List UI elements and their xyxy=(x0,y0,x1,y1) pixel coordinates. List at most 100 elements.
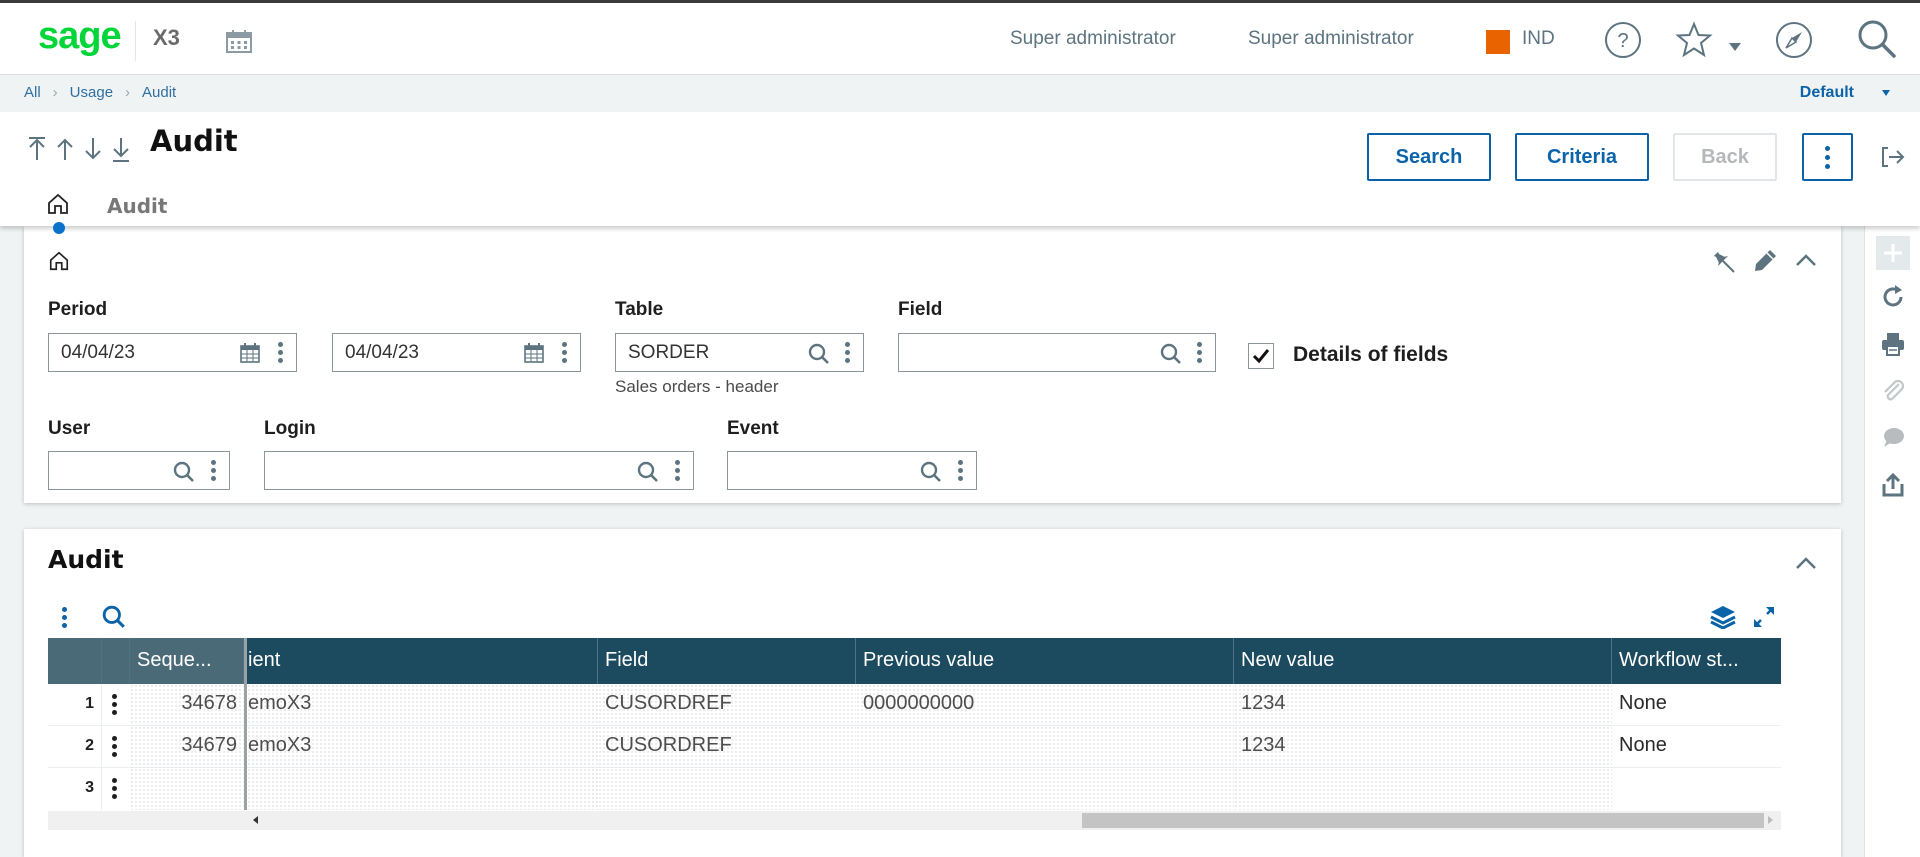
cell-field[interactable]: CUSORDREF xyxy=(598,684,856,726)
layers-icon[interactable] xyxy=(1710,605,1736,633)
cell-client[interactable]: emoX3 xyxy=(247,726,598,768)
field-options-icon[interactable] xyxy=(1197,342,1202,366)
compass-icon[interactable] xyxy=(1775,21,1813,63)
attachment-icon[interactable] xyxy=(1879,377,1907,405)
cell-workflow-status[interactable]: None xyxy=(1612,684,1781,726)
global-search-icon[interactable] xyxy=(1857,19,1897,63)
scroll-right-icon[interactable] xyxy=(1768,816,1773,824)
grid-header-sequence[interactable]: Seque... xyxy=(130,638,244,684)
lookup-search-icon[interactable] xyxy=(808,343,830,369)
field-options-icon[interactable] xyxy=(562,342,567,366)
cell-sequence[interactable]: 34678 xyxy=(130,684,244,726)
view-selector[interactable]: Default xyxy=(1800,84,1854,102)
export-icon[interactable] xyxy=(1879,471,1907,499)
table-input[interactable]: SORDER xyxy=(615,333,864,372)
table-row[interactable]: 2 34679 emoX3 CUSORDREF 1234 None xyxy=(48,726,1781,768)
refresh-icon[interactable] xyxy=(1879,283,1907,311)
help-icon[interactable]: ? xyxy=(1604,21,1642,63)
calendar-icon[interactable] xyxy=(524,343,544,367)
star-icon[interactable] xyxy=(1675,21,1713,63)
previous-record-icon[interactable] xyxy=(54,134,76,164)
row-number: 2 xyxy=(48,726,102,768)
field-options-icon[interactable] xyxy=(845,342,850,366)
grid-header-new-value[interactable]: New value xyxy=(1234,638,1612,684)
add-icon[interactable] xyxy=(1876,236,1910,270)
row-actions-icon[interactable] xyxy=(102,768,130,810)
horizontal-scrollbar[interactable] xyxy=(48,811,1781,830)
next-record-icon[interactable] xyxy=(82,134,104,164)
table-row[interactable]: 1 34678 emoX3 CUSORDREF 0000000000 1234 … xyxy=(48,684,1781,726)
search-button[interactable]: Search xyxy=(1367,133,1491,181)
period-from-input[interactable]: 04/04/23 xyxy=(48,333,297,372)
period-to-input[interactable]: 04/04/23 xyxy=(332,333,581,372)
collapse-chevron-up-icon[interactable] xyxy=(1795,252,1817,271)
collapse-chevron-up-icon[interactable] xyxy=(1795,555,1817,574)
cell-new-value[interactable] xyxy=(1234,768,1612,810)
pin-icon[interactable] xyxy=(1710,248,1736,278)
cell-workflow-status[interactable] xyxy=(1612,768,1781,810)
lookup-search-icon[interactable] xyxy=(637,461,659,487)
cell-sequence[interactable]: 34679 xyxy=(130,726,244,768)
field-options-icon[interactable] xyxy=(958,460,963,484)
lookup-search-icon[interactable] xyxy=(173,461,195,487)
event-input[interactable] xyxy=(727,451,977,490)
favorites-caret-down-icon[interactable] xyxy=(1729,43,1741,51)
cell-sequence[interactable] xyxy=(130,768,244,810)
cell-client[interactable]: emoX3 xyxy=(247,684,598,726)
expand-fullscreen-icon[interactable] xyxy=(1752,605,1776,633)
login-input[interactable] xyxy=(264,451,694,490)
breadcrumb-audit[interactable]: Audit xyxy=(142,84,176,101)
grid-header-field[interactable]: Field xyxy=(598,638,856,684)
grid-header-previous-value[interactable]: Previous value xyxy=(856,638,1234,684)
comment-icon[interactable] xyxy=(1879,424,1907,452)
details-of-fields-checkbox[interactable] xyxy=(1248,343,1274,369)
details-of-fields-label[interactable]: Details of fields xyxy=(1293,343,1448,367)
folder-name[interactable]: IND xyxy=(1522,28,1555,50)
calendar-icon[interactable] xyxy=(240,343,260,367)
view-caret-down-icon[interactable] xyxy=(1882,90,1890,96)
field-options-icon[interactable] xyxy=(278,342,283,366)
cell-new-value[interactable]: 1234 xyxy=(1234,684,1612,726)
row-actions-icon[interactable] xyxy=(102,684,130,726)
grid-search-icon[interactable] xyxy=(102,605,126,633)
home-icon xyxy=(48,250,70,276)
scrollbar-thumb[interactable] xyxy=(1082,813,1764,828)
cell-client[interactable] xyxy=(247,768,598,810)
cell-previous-value[interactable] xyxy=(856,726,1234,768)
first-record-icon[interactable] xyxy=(26,134,48,164)
tab-audit[interactable]: Audit xyxy=(107,194,167,218)
calendar-icon[interactable] xyxy=(226,29,252,57)
user-name[interactable]: Super administrator xyxy=(1010,28,1176,50)
grid-header-workflow-status[interactable]: Workflow st... xyxy=(1612,638,1781,684)
lookup-search-icon[interactable] xyxy=(1160,343,1182,369)
exit-icon[interactable] xyxy=(1880,145,1906,173)
print-icon[interactable] xyxy=(1879,330,1907,358)
breadcrumb-all[interactable]: All xyxy=(24,84,41,101)
user-input[interactable] xyxy=(48,451,230,490)
edit-pencil-icon[interactable] xyxy=(1752,248,1778,278)
back-button[interactable]: Back xyxy=(1673,133,1777,181)
tab-home[interactable] xyxy=(46,192,70,220)
frozen-column-divider[interactable] xyxy=(244,638,247,810)
table-row[interactable]: 3 xyxy=(48,768,1781,810)
user-role[interactable]: Super administrator xyxy=(1248,28,1414,50)
more-actions-button[interactable] xyxy=(1802,133,1853,181)
row-actions-icon[interactable] xyxy=(102,726,130,768)
breadcrumb-usage[interactable]: Usage xyxy=(70,84,113,101)
cell-workflow-status[interactable]: None xyxy=(1612,726,1781,768)
cell-field[interactable] xyxy=(598,768,856,810)
field-options-icon[interactable] xyxy=(675,460,680,484)
field-input[interactable] xyxy=(898,333,1216,372)
last-record-icon[interactable] xyxy=(110,134,132,164)
cell-new-value[interactable]: 1234 xyxy=(1234,726,1612,768)
cell-previous-value[interactable] xyxy=(856,768,1234,810)
field-options-icon[interactable] xyxy=(211,460,216,484)
cell-previous-value[interactable]: 0000000000 xyxy=(856,684,1234,726)
grid-options-icon[interactable] xyxy=(62,607,67,628)
criteria-button[interactable]: Criteria xyxy=(1515,133,1649,181)
cell-field[interactable]: CUSORDREF xyxy=(598,726,856,768)
lookup-search-icon[interactable] xyxy=(920,461,942,487)
scroll-left-icon[interactable] xyxy=(253,816,258,824)
sage-logo[interactable]: sage xyxy=(38,15,122,58)
grid-header-client[interactable]: ient xyxy=(247,638,598,684)
